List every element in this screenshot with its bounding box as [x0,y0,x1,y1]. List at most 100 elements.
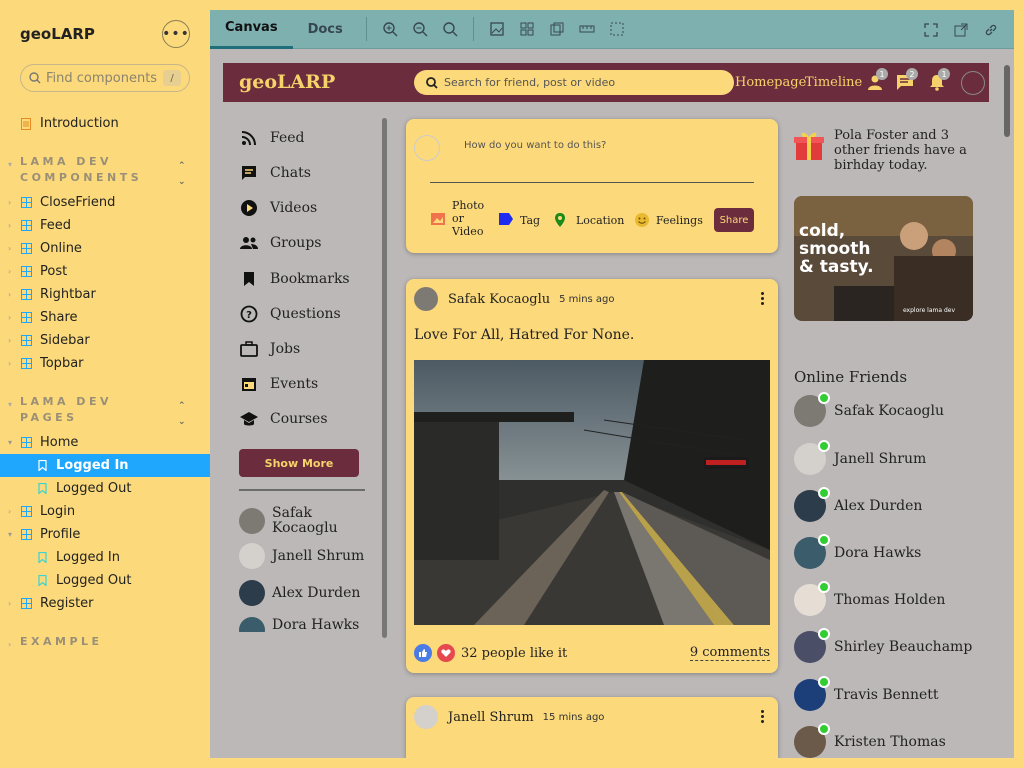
link-timeline[interactable]: Timeline [805,75,862,90]
nav-page-register[interactable]: › Register [8,592,94,615]
nav-label: CloseFriend [40,195,116,210]
online-dot [818,440,830,452]
post-author[interactable]: Safak Kocaoglu [448,292,550,307]
measure-icon[interactable] [572,10,602,49]
close-friend-item[interactable]: Safak Kocaoglu [239,506,352,536]
show-more-button[interactable]: Show More [239,449,359,477]
close-friend-item[interactable]: Dora Hawks [239,617,359,632]
left-sidebar-scrollbar[interactable] [382,118,387,638]
nav-component-sidebar[interactable]: › Sidebar [8,329,90,352]
online-friend-item[interactable]: Kristen Thomas [794,723,946,758]
online-dot [818,581,830,593]
outline-icon[interactable] [602,10,632,49]
app-search-input[interactable]: Search for friend, post or video [414,70,734,95]
nav-introduction[interactable]: Introduction [20,112,119,135]
comment-count[interactable]: 9 comments [689,645,770,661]
avatar[interactable] [414,287,438,311]
nav-label: Courses [270,411,328,427]
component-icon [20,529,32,541]
share-button[interactable]: Share [714,208,754,232]
nav-component-feed[interactable]: › Feed [8,214,71,237]
nav-page-login[interactable]: › Login [8,500,75,523]
tab-docs[interactable]: Docs [293,10,358,49]
bookmark-icon [36,460,48,472]
nav-label: Topbar [40,356,84,371]
chat-icon [239,163,259,183]
share-input[interactable]: How do you want to do this? [464,140,606,151]
messages-icon[interactable]: 2 [896,68,918,93]
nav-jobs[interactable]: Jobs [239,337,300,361]
nav-story-home-logged-in[interactable]: Logged In [0,454,210,477]
app-logo[interactable]: geoLARP [239,71,335,93]
nav-bookmarks[interactable]: Bookmarks [239,267,350,291]
share-option-location[interactable]: Location [554,212,624,228]
nav-videos[interactable]: Videos [239,196,317,220]
online-friend-item[interactable]: Safak Kocaoglu [794,392,944,427]
preview-scrollbar[interactable] [1004,65,1010,137]
nav-component-post[interactable]: › Post [8,260,67,283]
expand-collapse-icon[interactable]: ⌃ ⌄ [178,158,186,190]
avatar[interactable] [414,705,438,729]
nav-page-home[interactable]: ▾ Home [8,431,78,454]
heart-icon[interactable] [437,644,455,662]
group-lama-dev-pages[interactable]: ▾ LAMA DEV PAGES ⌃ ⌄ [8,394,186,427]
background-image-icon[interactable] [482,10,512,49]
open-new-tab-icon[interactable] [946,10,976,49]
group-example[interactable]: › EXAMPLE [8,634,103,653]
zoom-out-icon[interactable] [405,10,435,49]
close-friend-item[interactable]: Alex Durden [239,580,360,606]
zoom-reset-icon[interactable] [435,10,465,49]
nav-label: Rightbar [40,287,96,302]
notifications-bell-icon[interactable]: 1 [928,68,950,93]
online-friend-item[interactable]: Shirley Beauchamp [794,628,972,663]
link-homepage[interactable]: Homepage [735,75,806,90]
nav-feed[interactable]: Feed [239,126,304,150]
nav-courses[interactable]: Courses [239,407,328,431]
viewport-icon[interactable] [542,10,572,49]
friend-requests-icon[interactable]: 1 [866,68,888,93]
nav-page-profile[interactable]: ▾ Profile [8,523,80,546]
post-more-icon[interactable] [761,710,764,725]
nav-groups[interactable]: Groups [239,231,321,255]
nav-component-share[interactable]: › Share [8,306,78,329]
share-option-photo[interactable]: Photo or Video [430,199,490,238]
post-author[interactable]: Janell Shrum [448,710,534,725]
post-image[interactable] [414,360,770,625]
online-friend-item[interactable]: Alex Durden [794,487,922,522]
online-friend-item[interactable]: Dora Hawks [794,534,921,569]
copy-link-icon[interactable] [976,10,1006,49]
fullscreen-icon[interactable] [916,10,946,49]
like-icon[interactable] [414,644,432,662]
app-search-placeholder: Search for friend, post or video [444,76,616,89]
find-components-search[interactable]: Find components / [20,64,190,92]
zoom-in-icon[interactable] [375,10,405,49]
storybook-brand[interactable]: geoLARP [20,25,95,43]
online-friend-item[interactable]: Thomas Holden [794,581,945,616]
online-friend-item[interactable]: Travis Bennett [794,676,939,711]
nav-component-online[interactable]: › Online [8,237,82,260]
group-lama-dev-components[interactable]: ▾ LAMA DEV COMPONENTS ⌃ ⌄ [8,154,186,187]
nav-component-topbar[interactable]: › Topbar [8,352,84,375]
post-more-icon[interactable] [761,292,764,307]
expand-collapse-icon[interactable]: ⌃ ⌄ [178,398,186,430]
nav-component-closefriend[interactable]: › CloseFriend [8,191,115,214]
nav-component-rightbar[interactable]: › Rightbar [8,283,96,306]
tab-canvas[interactable]: Canvas [210,10,293,49]
share-option-feelings[interactable]: Feelings [634,212,703,228]
online-friend-item[interactable]: Janell Shrum [794,440,926,475]
nav-story-profile-logged-out[interactable]: Logged Out [36,569,131,592]
ad-banner[interactable]: cold, smooth & tasty. explore lama dev [794,196,973,321]
close-friend-item[interactable]: Janell Shrum [239,543,364,569]
storybook-sidebar: geoLARP ••• Find components / Introducti… [0,0,210,768]
nav-events[interactable]: Events [239,372,318,396]
grid-icon[interactable] [512,10,542,49]
nav-label: Register [40,596,94,611]
more-menu-button[interactable]: ••• [162,20,190,48]
nav-label: Bookmarks [270,271,350,287]
nav-questions[interactable]: ? Questions [239,302,341,326]
nav-chats[interactable]: Chats [239,161,311,185]
profile-avatar[interactable] [961,71,985,95]
share-option-tag[interactable]: Tag [498,212,540,228]
nav-story-profile-logged-in[interactable]: Logged In [36,546,120,569]
nav-story-home-logged-out[interactable]: Logged Out [36,477,131,500]
